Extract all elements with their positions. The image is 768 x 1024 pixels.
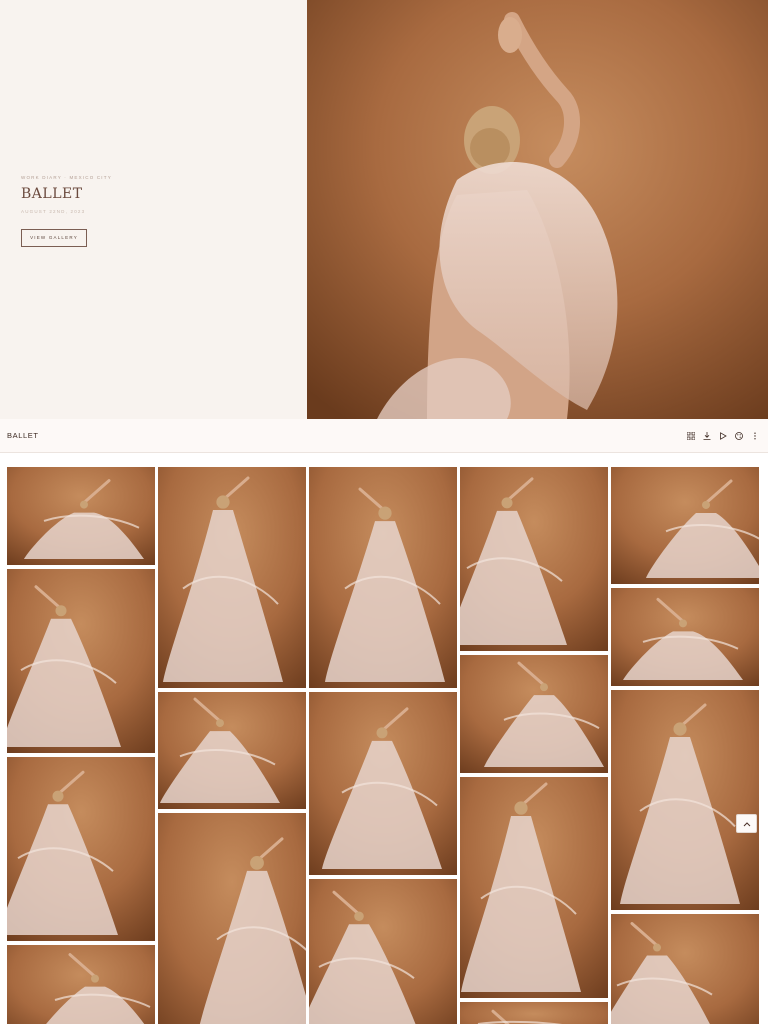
gallery-photo[interactable] (611, 467, 759, 584)
hero-title: BALLET (21, 186, 83, 202)
chevron-up-icon (743, 821, 750, 826)
palette-icon[interactable] (733, 430, 744, 441)
gallery-photo[interactable] (309, 692, 457, 875)
hero-cover-photo (307, 0, 768, 419)
hero-date: AUGUST 22ND, 2023 (21, 209, 86, 214)
gallery-photo[interactable] (611, 588, 759, 686)
gallery-toolbar: BALLET (0, 419, 768, 453)
gallery-photo[interactable] (460, 1002, 608, 1024)
gallery-hero: WORK DIARY · MEXICO CITY BALLET AUGUST 2… (0, 0, 768, 419)
view-gallery-button[interactable]: VIEW GALLERY (21, 229, 87, 247)
gallery-photo[interactable] (158, 813, 306, 1024)
photo-grid (0, 453, 768, 1024)
grid-icon[interactable] (685, 430, 696, 441)
gallery-photo[interactable] (158, 467, 306, 688)
gallery-photo[interactable] (7, 467, 155, 565)
gallery-photo[interactable] (158, 692, 306, 809)
hero-info-panel: WORK DIARY · MEXICO CITY BALLET AUGUST 2… (0, 0, 307, 419)
gallery-photo[interactable] (309, 467, 457, 688)
gallery-photo[interactable] (460, 777, 608, 998)
dancer-cover-image (307, 0, 768, 419)
hero-eyebrow: WORK DIARY · MEXICO CITY (21, 175, 112, 180)
gallery-photo[interactable] (7, 757, 155, 941)
gallery-photo[interactable] (460, 655, 608, 773)
play-icon[interactable] (717, 430, 728, 441)
hero-meta: WORK DIARY · MEXICO CITY BALLET AUGUST 2… (21, 175, 112, 247)
scroll-to-top-button[interactable] (736, 814, 757, 833)
gallery-photo[interactable] (7, 945, 155, 1024)
gallery-photo[interactable] (611, 914, 759, 1024)
toolbar-actions (685, 430, 760, 441)
gallery-photo[interactable] (7, 569, 155, 753)
more-icon[interactable] (749, 430, 760, 441)
download-icon[interactable] (701, 430, 712, 441)
gallery-photo[interactable] (460, 467, 608, 651)
gallery-photo[interactable] (611, 690, 759, 910)
toolbar-title: BALLET (7, 431, 39, 440)
gallery-photo[interactable] (309, 879, 457, 1024)
